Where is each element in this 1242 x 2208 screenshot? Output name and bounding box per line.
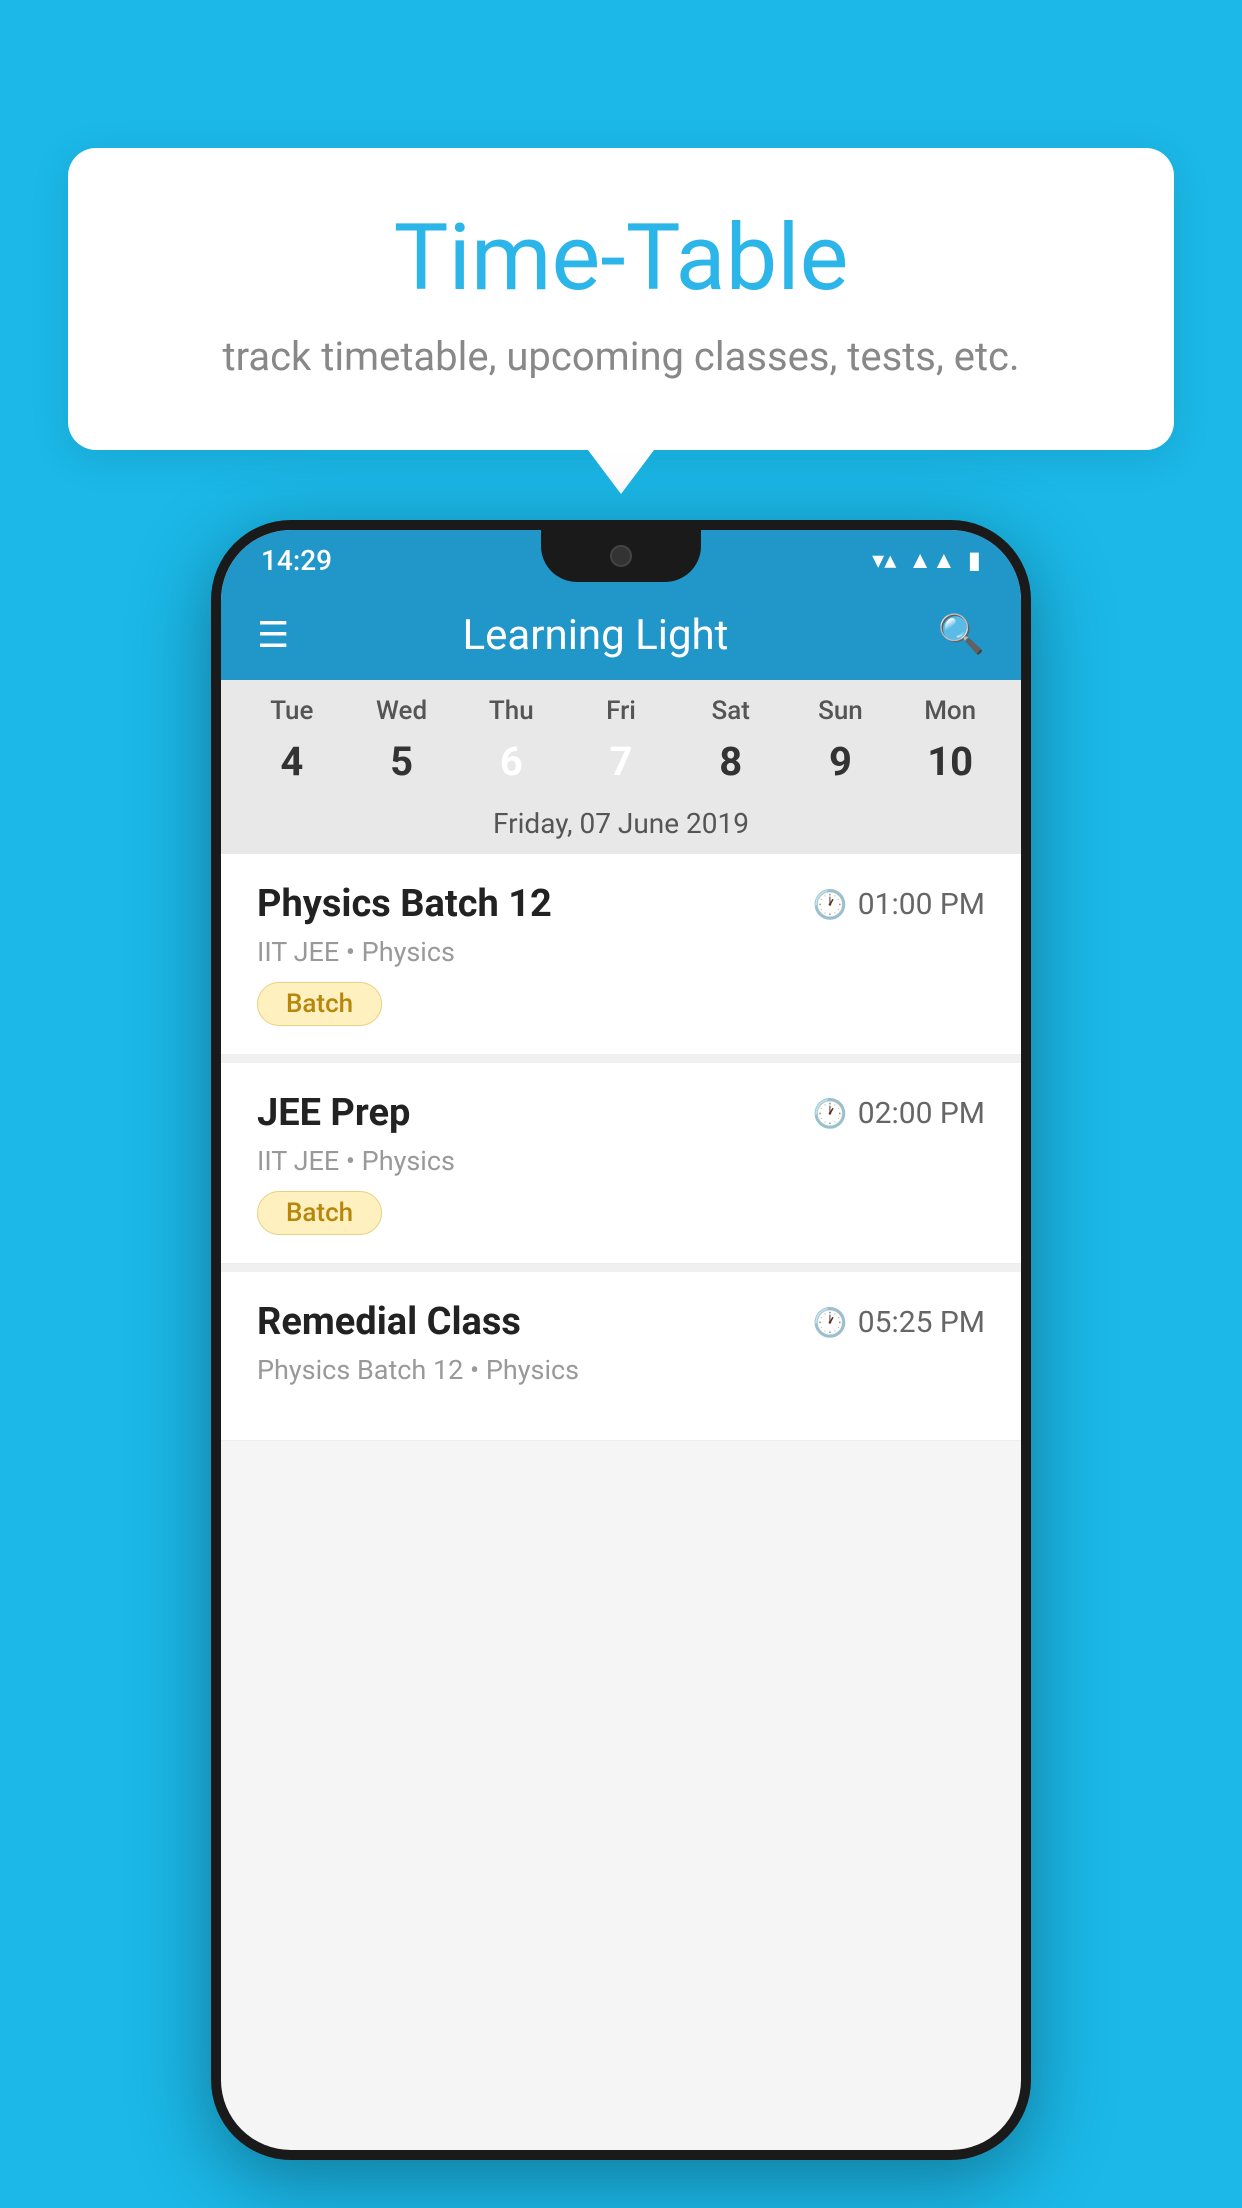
day-header-sun: Sun	[786, 696, 896, 726]
day-header-wed: Wed	[347, 696, 457, 726]
status-icons: ▾▴ ▲▲ ▮	[872, 546, 981, 575]
day-6-today[interactable]: 6	[456, 738, 566, 785]
tooltip-subtitle: track timetable, upcoming classes, tests…	[148, 333, 1094, 380]
tooltip-title: Time-Table	[148, 208, 1094, 309]
day-10[interactable]: 10	[895, 738, 1005, 785]
day-header-fri: Fri	[566, 696, 676, 726]
schedule-list: Physics Batch 12 🕐 01:00 PM IIT JEE • Ph…	[221, 854, 1021, 1441]
item-1-time: 🕐 01:00 PM	[813, 887, 985, 922]
item-3-time: 🕐 05:25 PM	[813, 1305, 985, 1340]
item-1-badge: Batch	[257, 982, 382, 1026]
tooltip-card: Time-Table track timetable, upcoming cla…	[68, 148, 1174, 450]
search-icon[interactable]: 🔍	[938, 613, 985, 657]
day-header-mon: Mon	[895, 696, 1005, 726]
item-3-sub: Physics Batch 12 • Physics	[257, 1354, 985, 1386]
day-8[interactable]: 8	[676, 738, 786, 785]
date-label: Friday, 07 June 2019	[221, 801, 1021, 854]
phone-outer: 14:29 ▾▴ ▲▲ ▮ ☰ Learning Light 🔍 Tue Wed…	[211, 520, 1031, 2160]
day-header-thu: Thu	[456, 696, 566, 726]
clock-icon-2: 🕐	[813, 1097, 848, 1130]
schedule-item-3[interactable]: Remedial Class 🕐 05:25 PM Physics Batch …	[221, 1272, 1021, 1441]
day-headers: Tue Wed Thu Fri Sat Sun Mon	[221, 696, 1021, 734]
item-1-sub: IIT JEE • Physics	[257, 936, 985, 968]
day-7-selected[interactable]: 7	[566, 738, 676, 785]
hamburger-icon[interactable]: ☰	[257, 614, 289, 656]
day-4[interactable]: 4	[237, 738, 347, 785]
phone-screen: 14:29 ▾▴ ▲▲ ▮ ☰ Learning Light 🔍 Tue Wed…	[221, 530, 1021, 2150]
day-numbers: 4 5 6 7 8 9 10	[221, 734, 1021, 801]
item-2-title: JEE Prep	[257, 1091, 410, 1135]
app-title: Learning Light	[317, 611, 873, 660]
day-5[interactable]: 5	[347, 738, 457, 785]
schedule-item-2[interactable]: JEE Prep 🕐 02:00 PM IIT JEE • Physics Ba…	[221, 1063, 1021, 1264]
clock-icon-3: 🕐	[813, 1306, 848, 1339]
day-9[interactable]: 9	[786, 738, 896, 785]
item-2-badge: Batch	[257, 1191, 382, 1235]
wifi-icon: ▾▴	[872, 546, 896, 574]
item-2-sub: IIT JEE • Physics	[257, 1145, 985, 1177]
item-2-time: 🕐 02:00 PM	[813, 1096, 985, 1131]
battery-icon: ▮	[968, 546, 981, 574]
schedule-item-1[interactable]: Physics Batch 12 🕐 01:00 PM IIT JEE • Ph…	[221, 854, 1021, 1055]
app-bar: ☰ Learning Light 🔍	[221, 590, 1021, 680]
item-3-title: Remedial Class	[257, 1300, 521, 1344]
camera	[610, 545, 632, 567]
item-1-title: Physics Batch 12	[257, 882, 552, 926]
calendar-strip: Tue Wed Thu Fri Sat Sun Mon 4 5 6	[221, 680, 1021, 854]
phone-mockup: 14:29 ▾▴ ▲▲ ▮ ☰ Learning Light 🔍 Tue Wed…	[211, 520, 1031, 2160]
day-header-tue: Tue	[237, 696, 347, 726]
day-header-sat: Sat	[676, 696, 786, 726]
notch	[541, 530, 701, 582]
status-time: 14:29	[261, 544, 332, 577]
clock-icon-1: 🕐	[813, 888, 848, 921]
signal-icon: ▲▲	[908, 546, 956, 575]
